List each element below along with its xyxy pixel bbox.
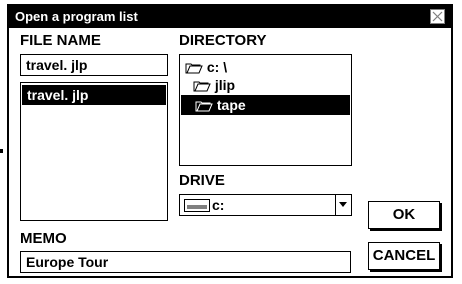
directory-label: DIRECTORY [179, 32, 267, 49]
folder-open-icon [195, 101, 213, 112]
folder-open-icon [193, 81, 211, 92]
folder-open-icon [185, 63, 203, 74]
memo-label: MEMO [20, 230, 67, 247]
drive-icon [184, 199, 210, 212]
directory-item-label: c: \ [206, 59, 228, 75]
directory-list[interactable]: c: \ jlip tape [179, 54, 352, 166]
edge-mark [0, 149, 3, 153]
directory-item-tape[interactable]: tape [181, 95, 350, 115]
file-name-label: FILE NAME [20, 32, 101, 49]
title-bar: Open a program list [9, 6, 451, 28]
drive-select[interactable]: c: [179, 194, 352, 216]
file-list-item[interactable]: travel. jlp [22, 85, 166, 105]
ok-button[interactable]: OK [368, 201, 440, 229]
cancel-button[interactable]: CANCEL [368, 242, 440, 270]
close-icon[interactable] [430, 9, 445, 24]
drive-selected-value: c: [212, 197, 225, 213]
directory-item-label: tape [216, 97, 246, 113]
dropdown-arrow-button[interactable] [335, 195, 351, 215]
drive-label: DRIVE [179, 172, 225, 189]
file-list[interactable]: travel. jlp [20, 82, 168, 221]
directory-item-c[interactable]: c: \ [181, 57, 350, 77]
directory-item-jlip[interactable]: jlip [181, 75, 350, 95]
open-program-list-dialog: Open a program list FILE NAME travel. jl… [7, 4, 453, 278]
file-name-input[interactable]: travel. jlp [20, 54, 168, 76]
dialog-title: Open a program list [15, 9, 138, 24]
chevron-down-icon [339, 202, 347, 207]
directory-item-label: jlip [214, 77, 236, 93]
memo-input[interactable]: Europe Tour [20, 251, 351, 273]
